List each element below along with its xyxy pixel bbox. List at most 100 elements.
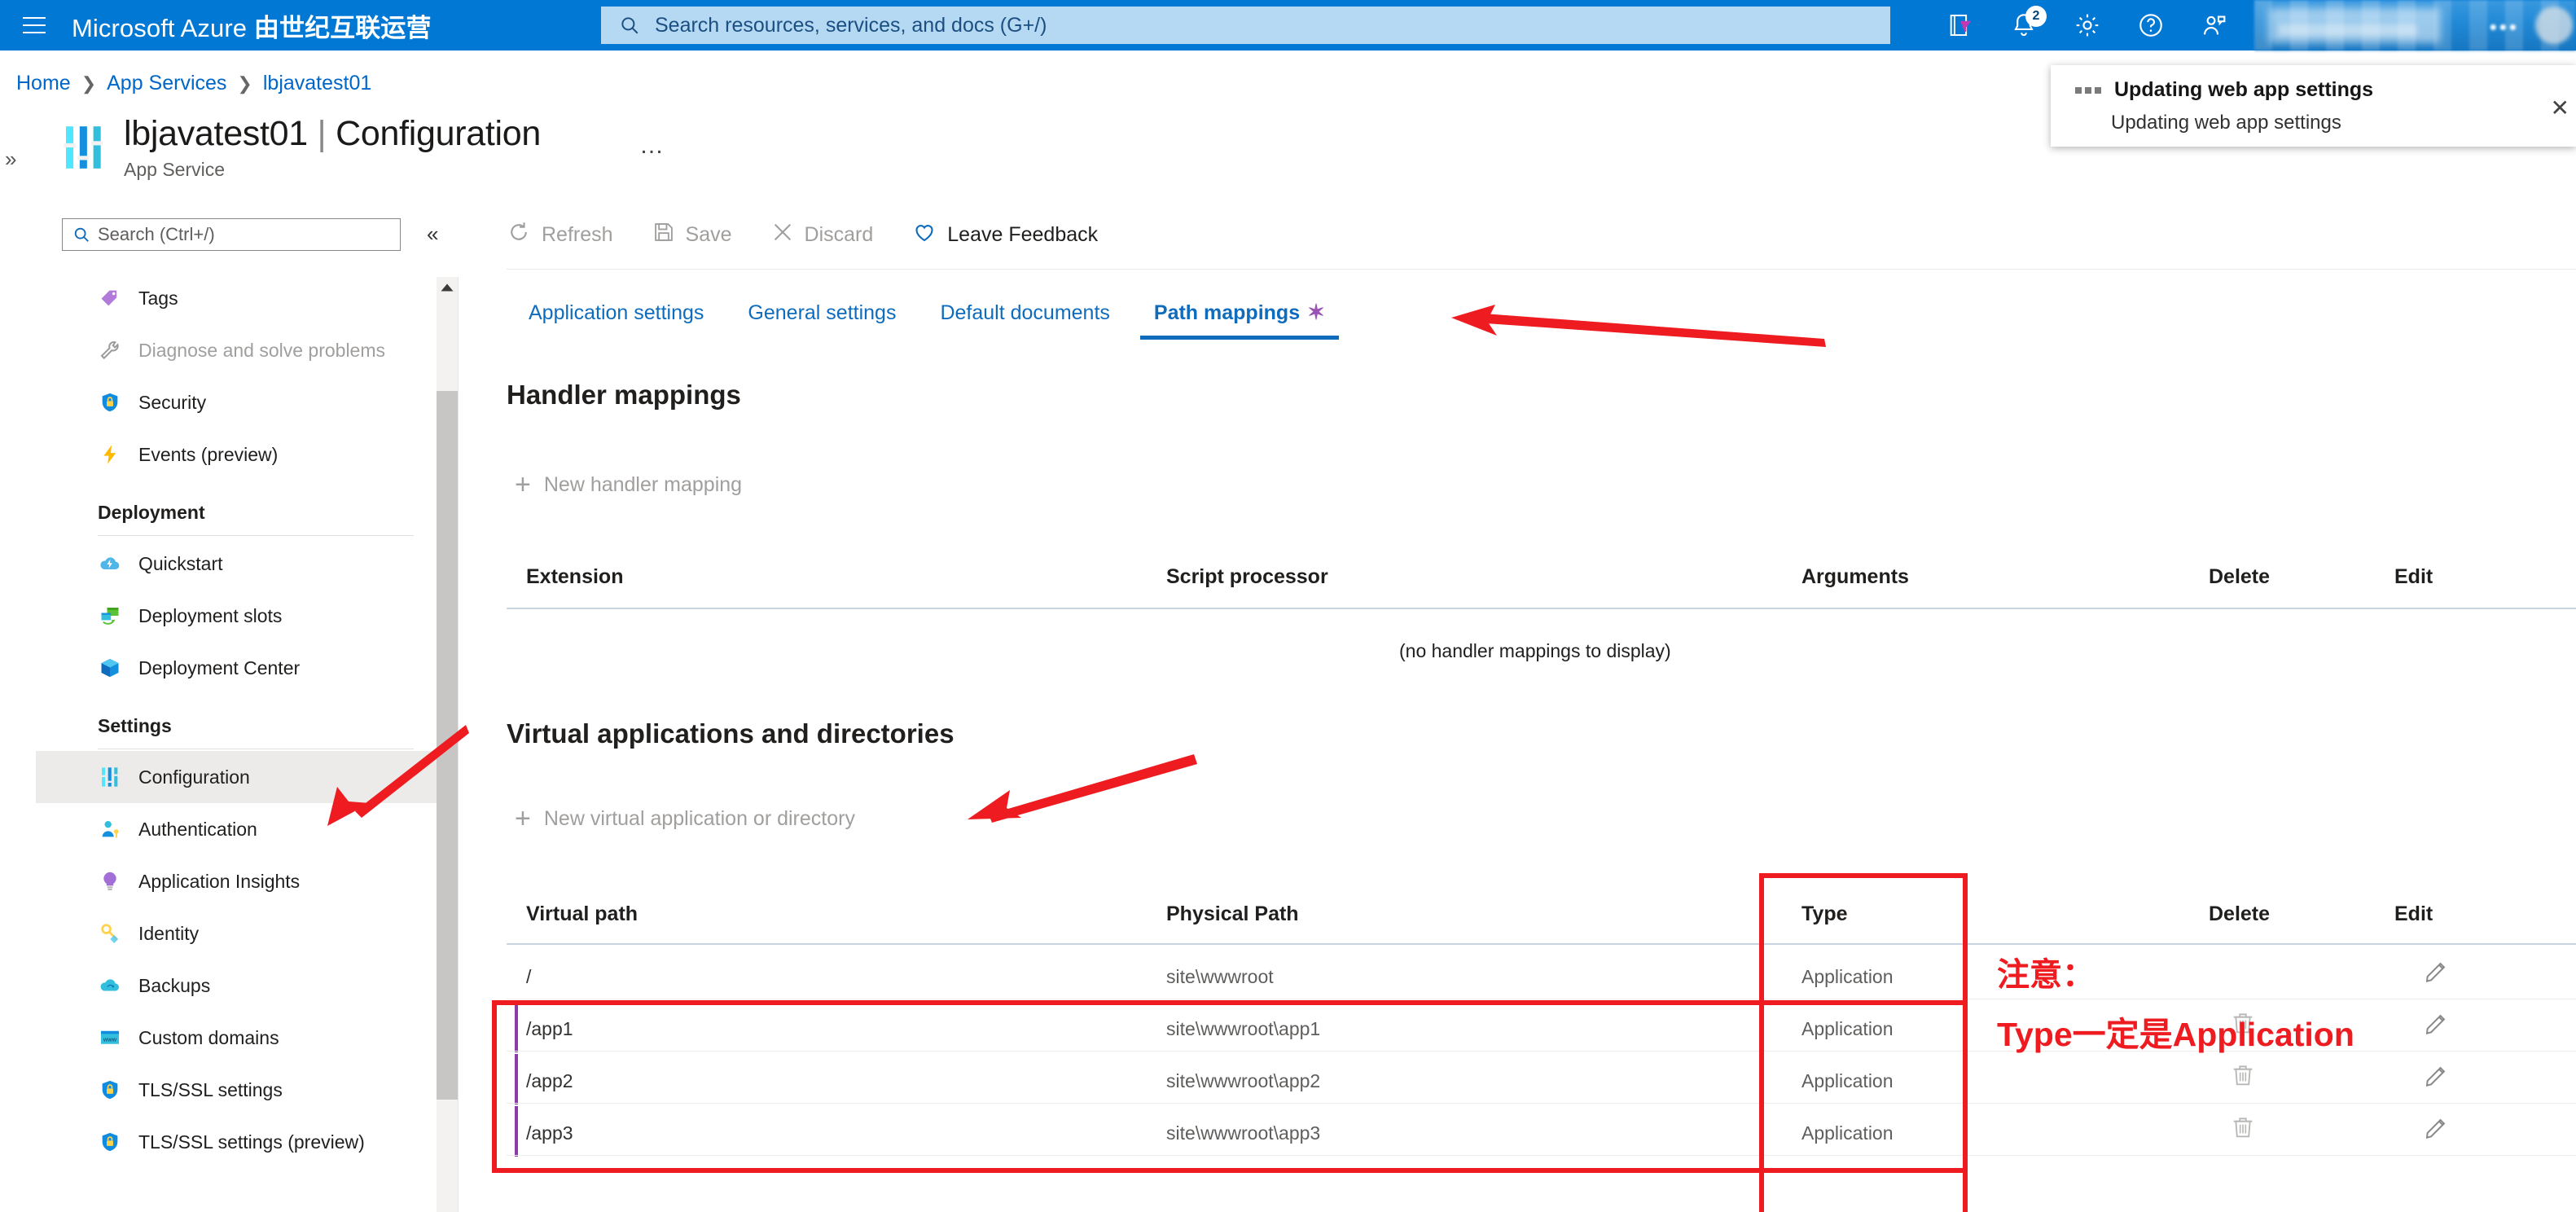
sidebar-item-label: TLS/SSL settings [138, 1079, 283, 1101]
feedback-person-icon[interactable] [2183, 0, 2246, 50]
leave-feedback-label: Leave Feedback [947, 223, 1098, 247]
lightbulb-icon [98, 869, 122, 894]
edit-pencil-icon[interactable] [2424, 1062, 2450, 1088]
handler-col-edit: Edit [2394, 565, 2433, 589]
sidebar-search-box[interactable] [62, 218, 401, 251]
refresh-button[interactable]: Refresh [507, 215, 633, 254]
sidebar-item-label: Diagnose and solve problems [138, 340, 385, 362]
unsaved-row-marker [515, 1054, 518, 1104]
new-virtual-application-button[interactable]: + New virtual application or directory [515, 805, 855, 832]
sidebar-collapse-icon[interactable]: « [427, 222, 438, 247]
sidebar-item-tags[interactable]: Tags [36, 272, 437, 324]
discard-button[interactable]: Discard [771, 215, 893, 254]
tab-general-settings[interactable]: General settings [726, 301, 918, 340]
delete-trash-icon[interactable] [2230, 1062, 2256, 1088]
breadcrumb: Home ❯ App Services ❯ lbjavatest01 [16, 72, 371, 95]
sidebar-item-backups[interactable]: Backups [36, 960, 437, 1012]
tab-default-documents[interactable]: Default documents [918, 301, 1131, 340]
unsaved-row-marker [515, 1106, 518, 1157]
sidebar-scrollbar-thumb[interactable] [437, 391, 458, 1100]
save-disk-icon [652, 221, 675, 249]
notifications-bell-icon[interactable]: 2 [1992, 0, 2056, 50]
tab-path-mappings[interactable]: Path mappings ✶ [1132, 300, 1347, 340]
sidebar-item-custom-domains[interactable]: www Custom domains [36, 1012, 437, 1064]
breadcrumb-item-home[interactable]: Home [16, 72, 71, 95]
hamburger-line [23, 32, 46, 33]
handler-mappings-empty-message: (no handler mappings to display) [1399, 640, 1671, 662]
edit-pencil-icon[interactable] [2424, 958, 2450, 984]
virtual-col-edit: Edit [2394, 902, 2433, 926]
collapse-blade-chevron-icon[interactable]: » [5, 147, 16, 172]
breadcrumb-item-app-services[interactable]: App Services [107, 72, 226, 95]
cell-physical-path: site\wwwroot [1166, 966, 1274, 988]
sidebar-item-label: Backups [138, 975, 210, 997]
help-question-icon[interactable] [2119, 0, 2183, 50]
cell-type: Application [1801, 1122, 1894, 1144]
overflow-dots-icon[interactable]: ••• [2490, 15, 2519, 40]
save-button[interactable]: Save [652, 215, 752, 254]
unsaved-row-marker [515, 1002, 518, 1052]
cloud-shell-icon[interactable] [1929, 0, 1992, 50]
edit-pencil-icon[interactable] [2424, 1010, 2450, 1036]
cell-physical-path: site\wwwroot\app1 [1166, 1018, 1320, 1040]
cell-physical-path: site\wwwroot\app2 [1166, 1070, 1320, 1092]
sidebar-item-tls-ssl-settings-preview[interactable]: TLS/SSL settings (preview) [36, 1116, 437, 1168]
sidebar-item-label: Quickstart [138, 553, 223, 575]
annotation-note-text: Type一定是Application [1997, 1007, 2354, 1056]
toast-title: Updating web app settings [2114, 78, 2373, 102]
sidebar-search-input[interactable] [98, 224, 366, 245]
delete-trash-icon[interactable] [2230, 1114, 2256, 1140]
hamburger-line [23, 24, 46, 26]
sidebar-item-authentication[interactable]: Authentication [36, 803, 437, 855]
sidebar-item-label: Deployment Center [138, 657, 300, 679]
cell-virtual-path: /app2 [526, 1070, 573, 1092]
user-account-area-blurred[interactable]: ••• [2254, 0, 2576, 50]
shield-lock-icon [98, 1130, 122, 1154]
cell-type: Application [1801, 1070, 1894, 1092]
row-divider [507, 1103, 2576, 1104]
user-key-icon [98, 817, 122, 841]
leave-feedback-button[interactable]: Leave Feedback [912, 215, 1117, 254]
global-search-box[interactable] [601, 7, 1890, 44]
sidebar-item-label: Custom domains [138, 1027, 279, 1049]
settings-gear-icon[interactable] [2056, 0, 2119, 50]
sidebar-item-configuration[interactable]: Configuration [36, 751, 437, 803]
page-subtitle: App Service [124, 159, 541, 181]
notification-toast[interactable]: Updating web app settings Updating web a… [2051, 65, 2576, 147]
page-more-menu-ellipsis-icon[interactable]: … [639, 132, 664, 160]
azure-brand-logo[interactable]: Microsoft Azure 由世纪互联运营 [72, 7, 432, 44]
sidebar-item-security[interactable]: Security [36, 376, 437, 428]
tab-application-settings[interactable]: Application settings [507, 301, 726, 340]
command-bar-divider [507, 269, 2576, 270]
sidebar-item-deployment-slots[interactable]: Deployment slots [36, 590, 437, 642]
sidebar-item-diagnose-and-solve-problems[interactable]: Diagnose and solve problems [36, 324, 437, 376]
scroll-up-arrow-icon[interactable] [440, 280, 454, 295]
sidebar-item-identity[interactable]: Identity [36, 907, 437, 960]
sidebar-item-quickstart[interactable]: Quickstart [36, 538, 437, 590]
new-handler-mapping-label: New handler mapping [544, 473, 742, 497]
cell-type: Application [1801, 1018, 1894, 1040]
shield-lock-icon [98, 1078, 122, 1102]
virtual-table-header-rule [507, 943, 2576, 945]
sidebar-item-events-preview[interactable]: Events (preview) [36, 428, 437, 481]
close-icon[interactable]: ✕ [2551, 94, 2569, 121]
avatar[interactable] [2535, 7, 2573, 44]
edit-pencil-icon[interactable] [2424, 1114, 2450, 1140]
plus-icon: + [515, 471, 531, 498]
global-navigation-menu-button[interactable] [11, 0, 57, 50]
box-cube-icon [98, 656, 122, 680]
sidebar-item-application-insights[interactable]: Application Insights [36, 855, 437, 907]
sidebar-item-deployment-center[interactable]: Deployment Center [36, 642, 437, 694]
sidebar-group-deployment: Deployment [36, 481, 437, 529]
global-search-input[interactable] [655, 14, 1863, 37]
cell-physical-path: site\wwwroot\app3 [1166, 1122, 1320, 1144]
virtual-col-physical-path: Physical Path [1166, 902, 1299, 926]
sidebar-item-tls-ssl-settings[interactable]: TLS/SSL settings [36, 1064, 437, 1116]
new-handler-mapping-button[interactable]: + New handler mapping [515, 471, 742, 498]
arrow-to-new-virtual-application-link [937, 751, 1197, 832]
search-icon [619, 15, 640, 36]
handler-col-arguments: Arguments [1801, 565, 1909, 589]
breadcrumb-item-resource[interactable]: lbjavatest01 [263, 72, 371, 95]
tab-label: Path mappings [1154, 301, 1300, 324]
unsaved-changes-asterisk-icon: ✶ [1307, 300, 1325, 324]
